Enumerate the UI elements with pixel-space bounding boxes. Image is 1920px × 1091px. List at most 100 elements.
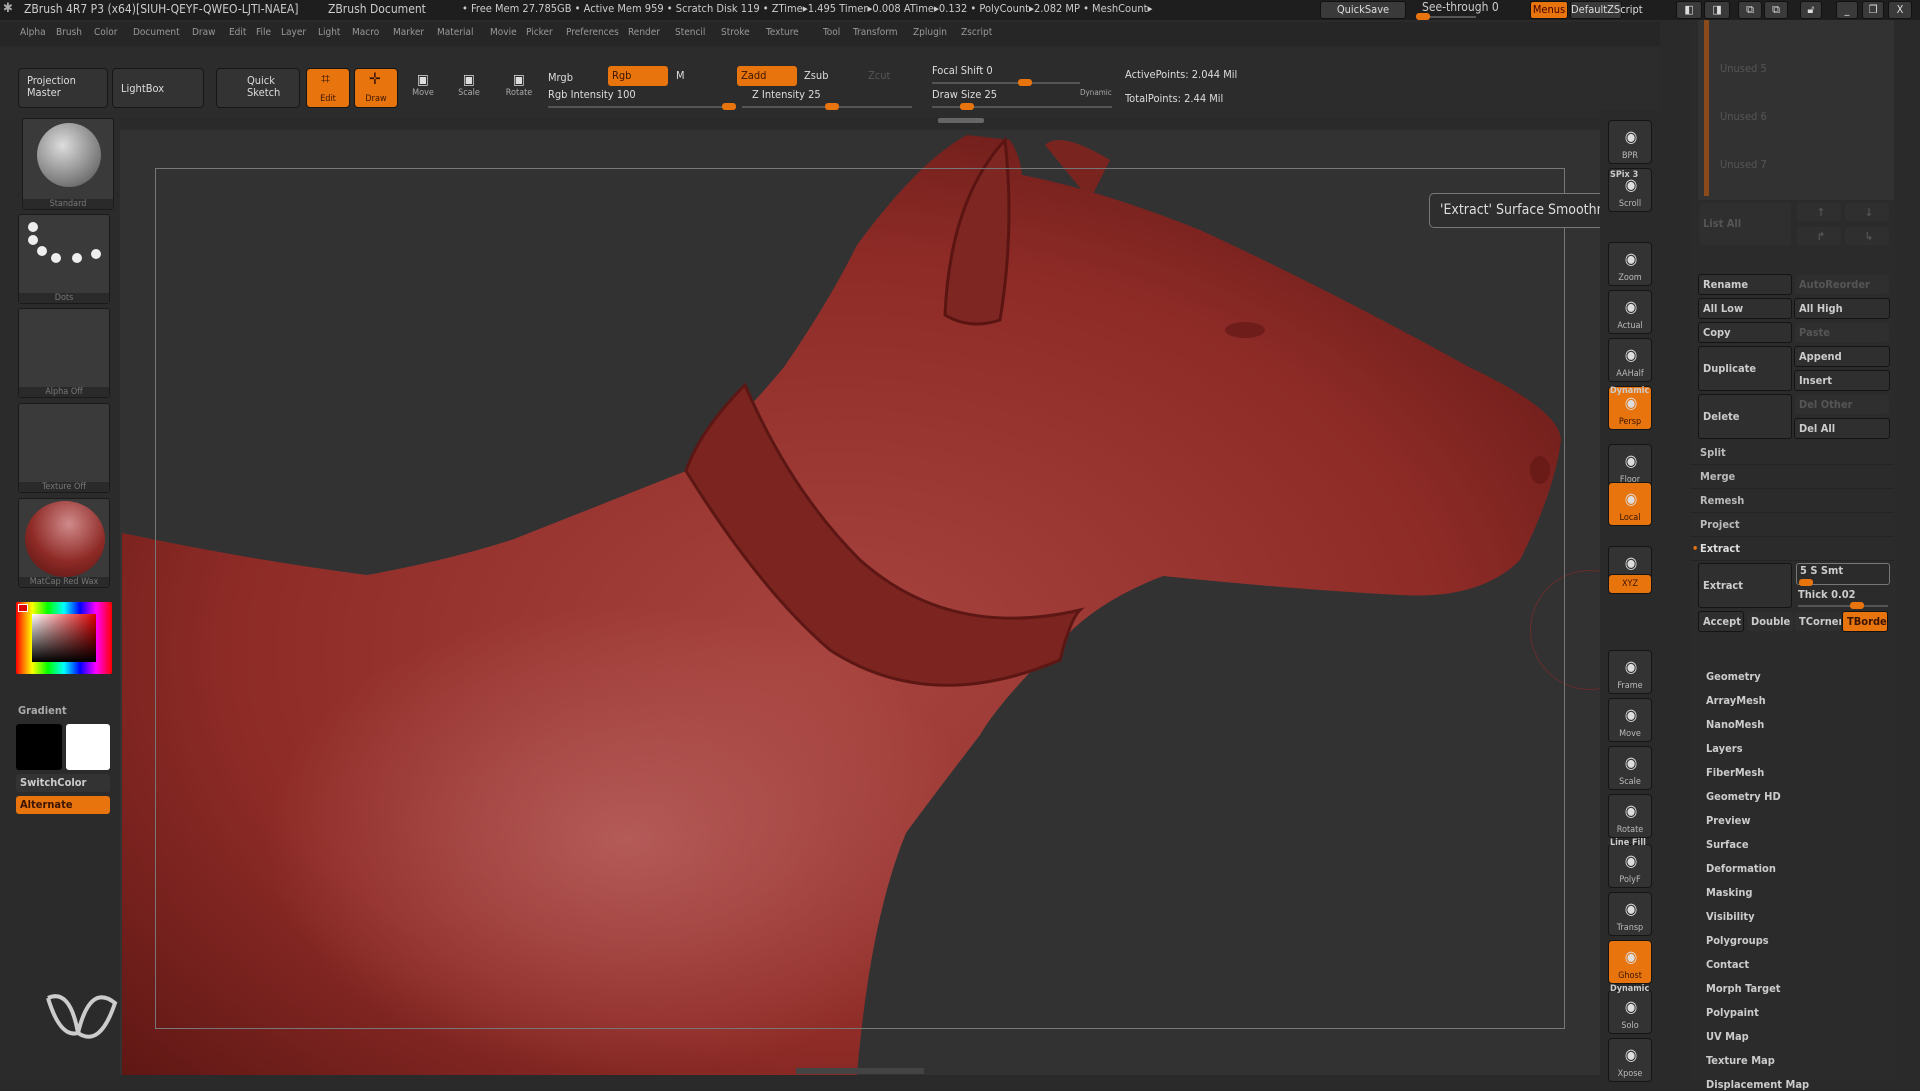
move-up-right-icon[interactable]: ↱ xyxy=(1796,226,1842,246)
close-icon[interactable]: X xyxy=(1888,1,1912,19)
lock-icon[interactable]: 🔓︎ xyxy=(1800,1,1822,19)
menu-zscript[interactable]: Zscript xyxy=(961,27,992,38)
double-toggle[interactable]: Double xyxy=(1746,611,1794,632)
alternate-button[interactable]: Alternate xyxy=(16,796,110,814)
menu-texture[interactable]: Texture xyxy=(766,27,799,38)
edit-button[interactable]: ⌗ Edit xyxy=(306,68,350,108)
move-button[interactable]: ▣ Move xyxy=(408,72,438,98)
actual-button[interactable]: ◉ Actual xyxy=(1608,290,1652,334)
texture-thumbnail[interactable]: Texture Off xyxy=(18,403,110,493)
rename-button[interactable]: Rename xyxy=(1698,274,1792,295)
aahalf-button[interactable]: ◉ AAHalf xyxy=(1608,338,1652,382)
color-picker[interactable] xyxy=(16,602,112,674)
layout-left-icon[interactable]: ◧ xyxy=(1676,1,1702,19)
dynamic-toggle[interactable]: Dynamic xyxy=(1080,88,1112,97)
color-saturation-square[interactable] xyxy=(32,614,96,662)
menu-preferences[interactable]: Preferences xyxy=(566,27,619,38)
menu-marker[interactable]: Marker xyxy=(393,27,424,38)
copy-button[interactable]: Copy xyxy=(1698,322,1792,343)
default-zscript-button[interactable]: DefaultZScript xyxy=(1570,1,1643,19)
tool-menu-morph-target[interactable]: Morph Target xyxy=(1706,982,1781,995)
tool-menu-geometry[interactable]: Geometry xyxy=(1706,670,1761,683)
subtool-list[interactable]: Unused 5 Unused 6 Unused 7 xyxy=(1698,20,1894,200)
see-through-slider[interactable]: See-through 0 xyxy=(1422,0,1499,14)
delete-button[interactable]: Delete xyxy=(1698,394,1792,439)
toolbar-scroll-handle[interactable] xyxy=(938,118,984,123)
tool-menu-contact[interactable]: Contact xyxy=(1706,958,1749,971)
focal-shift-slider[interactable] xyxy=(932,79,1080,86)
subtool-item[interactable]: Unused 5 xyxy=(1720,62,1767,75)
append-button[interactable]: Append xyxy=(1794,346,1890,367)
menu-alpha[interactable]: Alpha xyxy=(20,27,46,38)
tool-menu-layers[interactable]: Layers xyxy=(1706,742,1743,755)
zcut-button[interactable]: Zcut xyxy=(868,69,890,82)
minimize-icon[interactable]: _ xyxy=(1836,1,1858,19)
quick-sketch-button[interactable]: Quick Sketch xyxy=(216,68,300,108)
xyz-button[interactable]: XYZ xyxy=(1608,574,1652,594)
paste-button[interactable]: Paste xyxy=(1794,322,1890,343)
autoreorder-button[interactable]: AutoReorder xyxy=(1794,274,1890,295)
menu-stroke[interactable]: Stroke xyxy=(721,27,750,38)
tool-menu-surface[interactable]: Surface xyxy=(1706,838,1749,851)
menu-draw[interactable]: Draw xyxy=(192,27,216,38)
xpose-button[interactable]: ◉ Xpose xyxy=(1608,1038,1652,1082)
layout-right-icon[interactable]: ◨ xyxy=(1704,1,1730,19)
rgb-button[interactable]: Rgb xyxy=(608,66,668,86)
menu-light[interactable]: Light xyxy=(318,27,340,38)
menu-transform[interactable]: Transform xyxy=(853,27,898,38)
tool-menu-deformation[interactable]: Deformation xyxy=(1706,862,1776,875)
menu-document[interactable]: Document xyxy=(133,27,180,38)
material-thumbnail[interactable]: MatCap Red Wax xyxy=(18,498,110,588)
insert-button[interactable]: Insert xyxy=(1794,370,1890,391)
tool-menu-polypaint[interactable]: Polypaint xyxy=(1706,1006,1759,1019)
stroke-thumbnail[interactable]: Dots xyxy=(18,214,110,304)
tool-menu-preview[interactable]: Preview xyxy=(1706,814,1751,827)
menu-macro[interactable]: Macro xyxy=(352,27,379,38)
extract-section[interactable]: • Extract xyxy=(1690,538,1894,561)
menu-zplugin[interactable]: Zplugin xyxy=(913,27,947,38)
tcorner-toggle[interactable]: TCorner xyxy=(1794,611,1842,632)
canvas-bottom-scroll[interactable] xyxy=(796,1068,924,1074)
move-up-icon[interactable]: ↑ xyxy=(1796,202,1842,222)
frame-button[interactable]: ◉ Frame xyxy=(1608,650,1652,694)
del-all-button[interactable]: Del All xyxy=(1794,418,1890,439)
rotate-button[interactable]: ▣ Rotate xyxy=(502,72,536,98)
subtool-scrollbar[interactable] xyxy=(1704,20,1709,196)
alpha-thumbnail[interactable]: Alpha Off xyxy=(18,308,110,398)
all-low-button[interactable]: All Low xyxy=(1698,298,1792,319)
split-section[interactable]: Split xyxy=(1690,442,1894,465)
main-color-black[interactable] xyxy=(16,724,62,770)
thickness-slider[interactable] xyxy=(1798,602,1888,609)
tool-menu-masking[interactable]: Masking xyxy=(1706,886,1753,899)
menu-color[interactable]: Color xyxy=(94,27,118,38)
tool-menu-uv-map[interactable]: UV Map xyxy=(1706,1030,1749,1043)
m-button[interactable]: M xyxy=(676,69,685,82)
draw-size-slider[interactable] xyxy=(932,103,1112,110)
tool-menu-polygroups[interactable]: Polygroups xyxy=(1706,934,1769,947)
switchcolor-button[interactable]: SwitchColor xyxy=(16,774,110,792)
bpr-button[interactable]: ◉ BPR xyxy=(1608,120,1652,164)
move-down-icon[interactable]: ↓ xyxy=(1844,202,1890,222)
menu-render[interactable]: Render xyxy=(628,27,660,38)
menu-brush[interactable]: Brush xyxy=(56,27,82,38)
brush-thumbnail[interactable]: Standard xyxy=(22,118,114,210)
gradient-label[interactable]: Gradient xyxy=(18,704,67,717)
z-intensity-slider[interactable] xyxy=(742,103,912,110)
restore-icon[interactable]: ❐ xyxy=(1862,1,1884,19)
ghost-button[interactable]: ◉ Ghost xyxy=(1608,940,1652,984)
tool-menu-texture-map[interactable]: Texture Map xyxy=(1706,1054,1775,1067)
tool-menu-geometry-hd[interactable]: Geometry HD xyxy=(1706,790,1781,803)
menu-layer[interactable]: Layer xyxy=(281,27,306,38)
tool-menu-arraymesh[interactable]: ArrayMesh xyxy=(1706,694,1766,707)
menu-picker[interactable]: Picker xyxy=(526,27,553,38)
tool-menu-fibermesh[interactable]: FiberMesh xyxy=(1706,766,1764,779)
move-down-right-icon[interactable]: ↳ xyxy=(1844,226,1890,246)
secondary-color-white[interactable] xyxy=(66,724,110,770)
window-a-icon[interactable]: ⧉ xyxy=(1738,1,1762,19)
menu-edit[interactable]: Edit xyxy=(229,27,246,38)
menu-tool[interactable]: Tool xyxy=(823,27,840,38)
mrgb-button[interactable]: Mrgb xyxy=(548,69,604,87)
subtool-item[interactable]: Unused 7 xyxy=(1720,158,1767,171)
draw-button[interactable]: ✛ Draw xyxy=(354,68,398,108)
solo-button[interactable]: ◉ Solo xyxy=(1608,990,1652,1034)
